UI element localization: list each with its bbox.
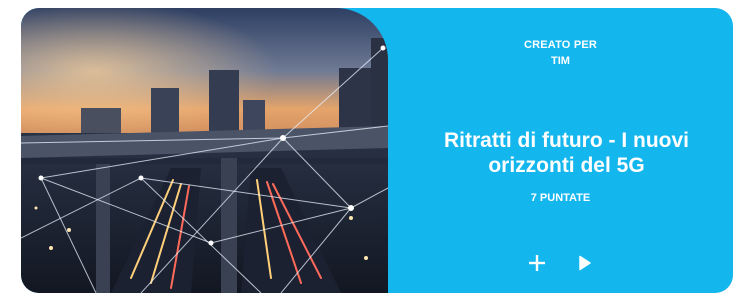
add-button[interactable] bbox=[524, 250, 550, 276]
episodes-count: 7 PUNTATE bbox=[530, 192, 591, 204]
podcast-card[interactable]: CREATO PER TIM Ritratti di futuro - I nu… bbox=[21, 8, 733, 293]
created-for-label: CREATO PER bbox=[523, 39, 598, 51]
hero-image bbox=[21, 8, 388, 293]
hero-illustration bbox=[21, 8, 388, 293]
card-actions bbox=[388, 248, 733, 278]
card-info-panel: CREATO PER TIM Ritratti di futuro - I nu… bbox=[388, 8, 733, 293]
brand-label: TIM bbox=[551, 55, 570, 67]
play-icon bbox=[578, 255, 591, 271]
play-button[interactable] bbox=[572, 250, 598, 276]
plus-icon bbox=[528, 255, 545, 271]
podcast-title[interactable]: Ritratti di futuro - I nuovi orizzonti d… bbox=[408, 128, 725, 178]
